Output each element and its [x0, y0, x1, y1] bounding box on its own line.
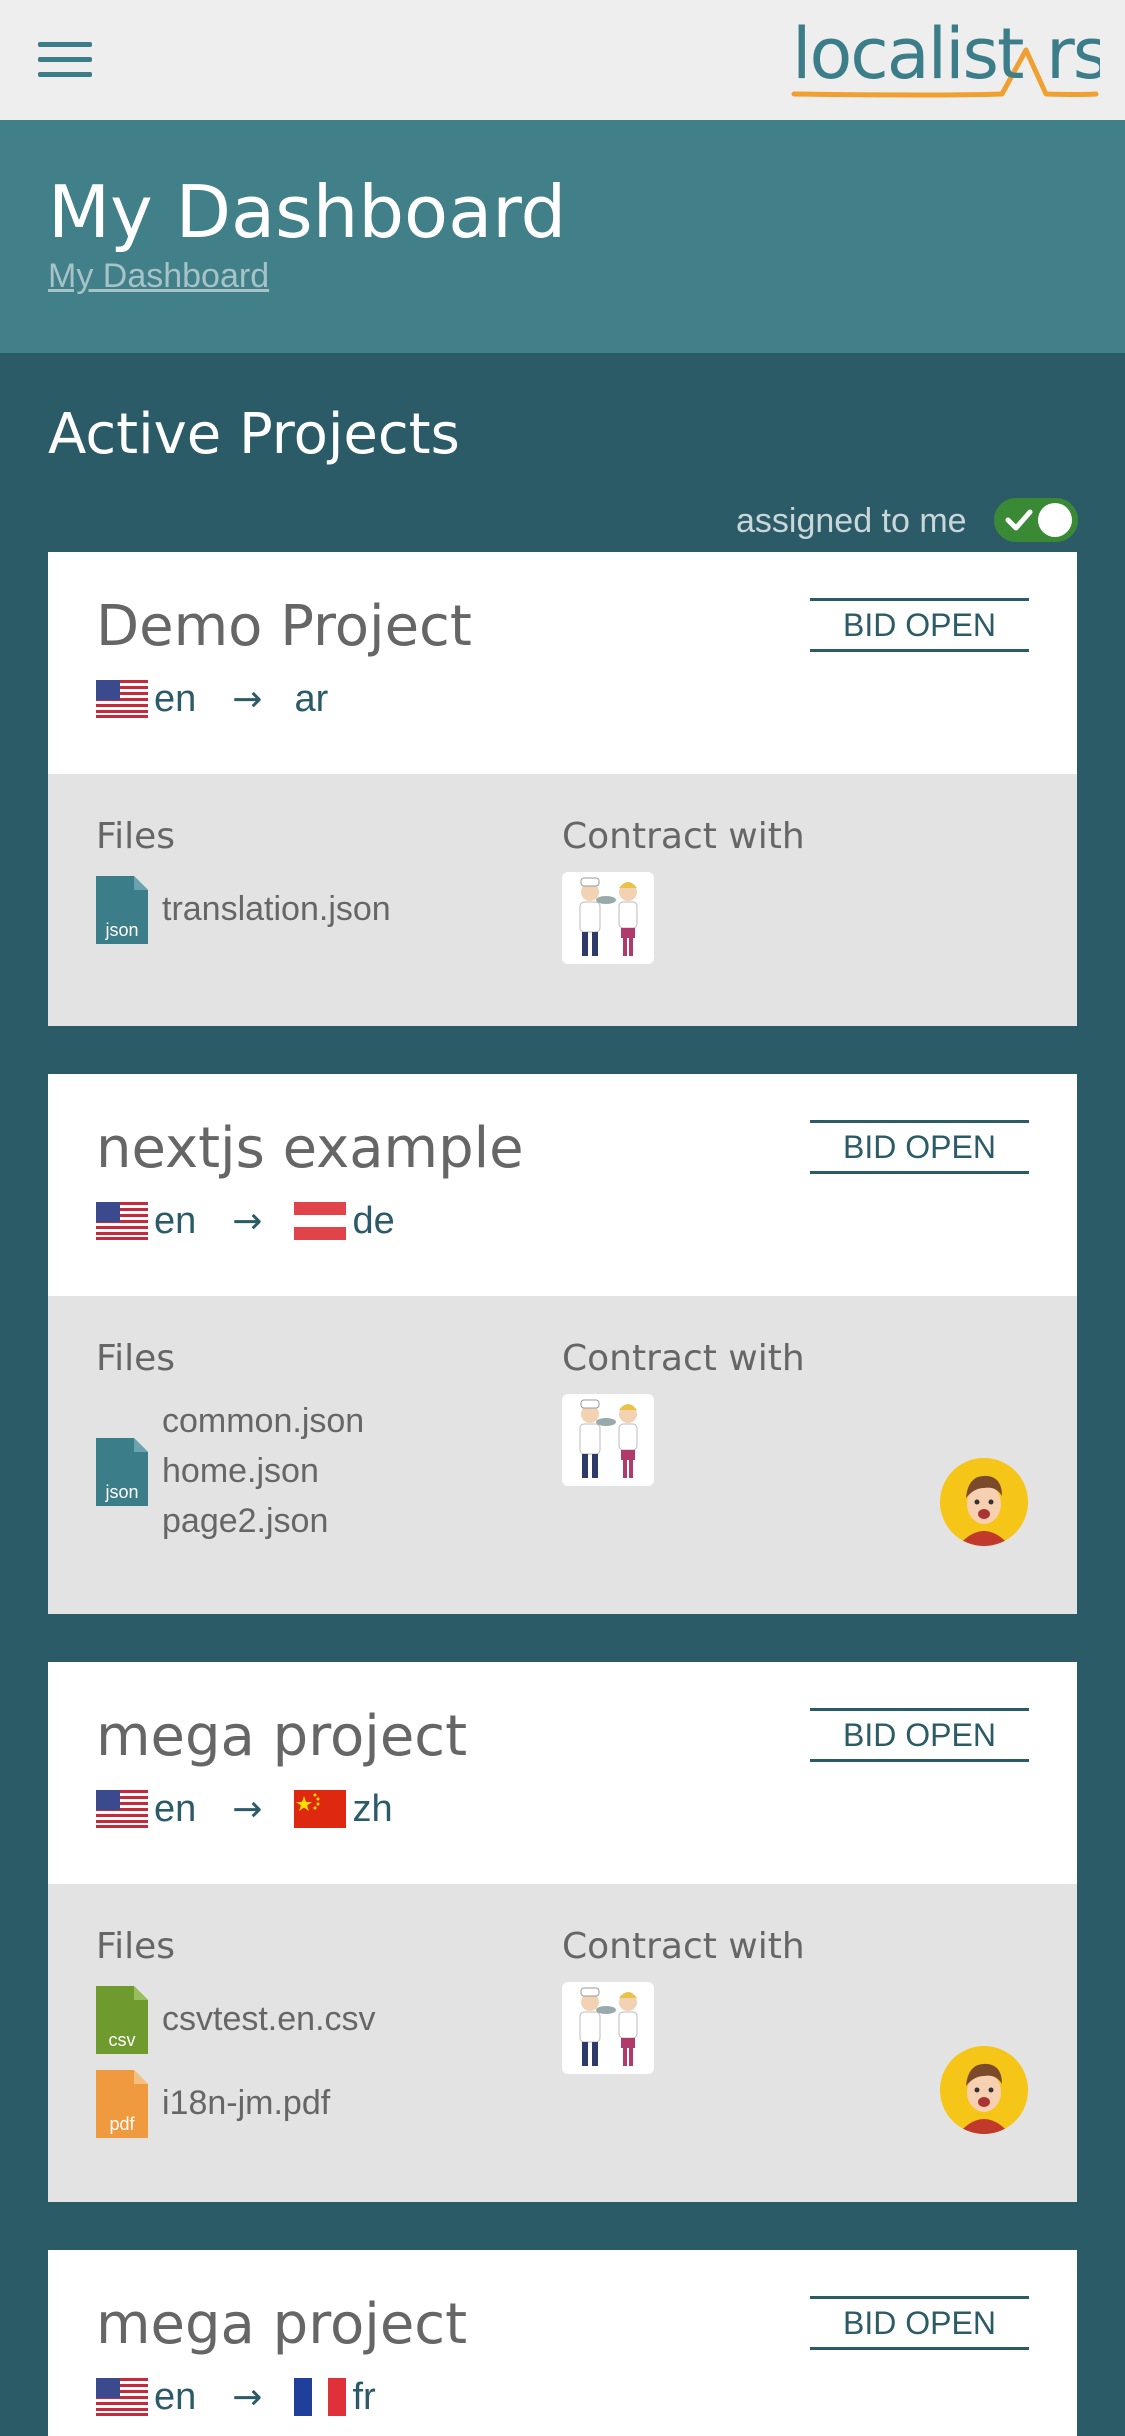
contractor-avatar[interactable]	[562, 1394, 654, 1486]
contract-with-label: Contract with	[562, 816, 805, 857]
contract-with-label: Contract with	[562, 1926, 805, 1967]
project-card[interactable]: mega project BID OPEN en → zh Files Cont…	[48, 1662, 1077, 2202]
file-name[interactable]: i18n-jm.pdf	[162, 2078, 330, 2128]
source-language: en	[154, 1199, 197, 1242]
project-card-header: mega project BID OPEN en → zh	[48, 1662, 1077, 1884]
svg-text:json: json	[104, 1482, 138, 1502]
project-card[interactable]: Demo Project BID OPEN en → ar Files Cont…	[48, 552, 1077, 1026]
files-label: Files	[96, 1338, 175, 1379]
contractor-avatar[interactable]	[562, 1982, 654, 2074]
arrow-right-icon: →	[232, 1200, 263, 1242]
language-pair: en → zh	[96, 1784, 393, 1834]
project-card[interactable]: mega project BID OPEN en → fr	[48, 2250, 1077, 2436]
file-name[interactable]: home.json	[162, 1446, 319, 1496]
project-card-header: nextjs example BID OPEN en → de	[48, 1074, 1077, 1296]
language-pair: en → ar	[96, 674, 328, 724]
target-language: zh	[352, 1787, 393, 1830]
target-language: ar	[294, 677, 329, 720]
project-card-body: Files Contract with json translation.jso…	[48, 774, 1077, 1026]
localistars-logo[interactable]: localist rs	[790, 14, 1100, 104]
assigned-to-me-label: assigned to me	[736, 502, 967, 540]
us-flag-icon	[96, 680, 148, 718]
svg-text:pdf: pdf	[109, 2114, 135, 2134]
file-name[interactable]: page2.json	[162, 1496, 328, 1546]
breadcrumb-link[interactable]: My Dashboard	[48, 257, 269, 296]
bid-open-button[interactable]: BID OPEN	[810, 1708, 1029, 1762]
source-language: en	[154, 2375, 197, 2418]
project-card[interactable]: nextjs example BID OPEN en → de Files Co…	[48, 1074, 1077, 1614]
section-title: Active Projects	[48, 402, 460, 467]
bid-open-button[interactable]: BID OPEN	[810, 1120, 1029, 1174]
svg-text:localist: localist	[792, 14, 1023, 95]
contract-with-label: Contract with	[562, 1338, 805, 1379]
project-name[interactable]: mega project	[96, 2292, 467, 2357]
project-name[interactable]: mega project	[96, 1704, 467, 1769]
arrow-right-icon: →	[232, 2376, 263, 2418]
language-pair: en → fr	[96, 2372, 376, 2422]
project-name[interactable]: nextjs example	[96, 1116, 524, 1181]
check-icon	[1005, 509, 1033, 531]
csv-file-icon: csv	[96, 1986, 148, 2054]
arrow-right-icon: →	[232, 678, 263, 720]
source-language: en	[154, 677, 197, 720]
files-label: Files	[96, 816, 175, 857]
svg-text:json: json	[104, 920, 138, 940]
contractor-avatar[interactable]	[562, 872, 654, 964]
page-header: My Dashboard My Dashboard	[0, 120, 1125, 353]
json-file-icon: json	[96, 1438, 148, 1506]
user-avatar[interactable]	[940, 1458, 1028, 1546]
top-bar: localist rs	[0, 0, 1125, 120]
france-flag-icon	[294, 2378, 347, 2416]
menu-icon[interactable]	[38, 42, 92, 78]
source-language: en	[154, 1787, 197, 1830]
arrow-right-icon: →	[232, 1788, 263, 1830]
json-file-icon: json	[96, 876, 148, 944]
toggle-knob	[1038, 503, 1072, 537]
project-card-body: Files Contract with json common.json hom…	[48, 1296, 1077, 1614]
austria-flag-icon	[294, 1202, 347, 1240]
target-language: de	[352, 1199, 395, 1242]
us-flag-icon	[96, 1790, 148, 1828]
svg-text:csv: csv	[109, 2030, 136, 2050]
svg-text:rs: rs	[1046, 14, 1100, 95]
file-name[interactable]: translation.json	[162, 884, 391, 934]
project-card-body: Files Contract with csv csvtest.en.csv p…	[48, 1884, 1077, 2202]
language-pair: en → de	[96, 1196, 395, 1246]
us-flag-icon	[96, 1202, 148, 1240]
target-language: fr	[352, 2375, 376, 2418]
file-name[interactable]: csvtest.en.csv	[162, 1994, 376, 2044]
assigned-to-me-toggle[interactable]	[994, 498, 1078, 542]
project-name[interactable]: Demo Project	[96, 594, 472, 659]
china-flag-icon	[294, 1790, 347, 1828]
pdf-file-icon: pdf	[96, 2070, 148, 2138]
bid-open-button[interactable]: BID OPEN	[810, 2296, 1029, 2350]
bid-open-button[interactable]: BID OPEN	[810, 598, 1029, 652]
project-card-header: mega project BID OPEN en → fr	[48, 2250, 1077, 2436]
files-label: Files	[96, 1926, 175, 1967]
us-flag-icon	[96, 2378, 148, 2416]
page-title: My Dashboard	[48, 170, 567, 254]
project-card-header: Demo Project BID OPEN en → ar	[48, 552, 1077, 774]
user-avatar[interactable]	[940, 2046, 1028, 2134]
file-name[interactable]: common.json	[162, 1396, 364, 1446]
